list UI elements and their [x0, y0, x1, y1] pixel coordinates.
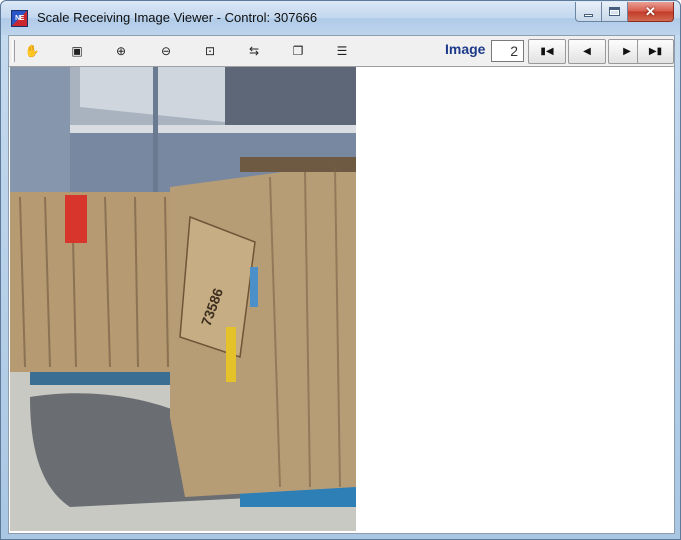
copy-icon: ❐ [292, 44, 304, 58]
title-bar[interactable]: NE Scale Receiving Image Viewer - Contro… [1, 1, 680, 35]
wall-ledge [70, 125, 356, 133]
app-icon-text: NE [15, 15, 24, 22]
crop-icon: ⊡ [204, 44, 216, 58]
wall-dark-section [225, 67, 356, 127]
image-number-input[interactable] [491, 40, 524, 62]
next-icon: ▶ [623, 46, 631, 57]
minimize-button[interactable] [575, 2, 602, 22]
cardboard-bales-photo: 73586 [10, 67, 356, 531]
copy-button[interactable]: ❐ [285, 40, 311, 62]
zoom-out-icon: ⊖ [160, 44, 172, 58]
client-area: ✋ ▣ ⊕ ⊖ ⊡ ⇆ ❐ ☰ Image 2 ▮◀ ◀ ▶ ▶▮ 73586 [8, 35, 675, 534]
maximize-icon [609, 7, 620, 16]
app-icon[interactable]: NE [11, 10, 28, 27]
minimize-icon [584, 13, 593, 17]
hand-icon: ✋ [24, 44, 40, 58]
app-window: NE Scale Receiving Image Viewer - Contro… [0, 0, 681, 540]
close-icon: ✕ [645, 3, 656, 19]
zoom-in-button[interactable]: ⊕ [108, 40, 134, 62]
first-icon: ▮◀ [540, 46, 554, 57]
bale-left [10, 192, 185, 372]
last-icon: ▶▮ [648, 46, 663, 57]
zoom-in-icon: ⊕ [115, 44, 127, 58]
toolbar-grip [12, 40, 15, 62]
close-button[interactable]: ✕ [628, 2, 674, 22]
crop-button[interactable]: ⊡ [197, 40, 223, 62]
fit-height-icon: ☰ [336, 44, 348, 58]
fit-height-button[interactable]: ☰ [329, 40, 355, 62]
image-label: Image [445, 41, 486, 57]
window-title: Scale Receiving Image Viewer - Control: … [37, 10, 318, 25]
last-image-button[interactable]: ▶▮ [637, 39, 674, 64]
first-image-button[interactable]: ▮◀ [528, 39, 566, 64]
photo-illustration: 73586 [10, 67, 356, 531]
fit-width-icon: ⇆ [248, 44, 260, 58]
picture-icon: ▣ [71, 44, 83, 58]
image-viewer[interactable]: 73586 [9, 67, 674, 533]
zoom-out-button[interactable]: ⊖ [153, 40, 179, 62]
previous-icon: ◀ [583, 46, 591, 57]
previous-image-button[interactable]: ◀ [568, 39, 606, 64]
fit-image-button[interactable]: ▣ [64, 40, 90, 62]
yellow-strip [226, 327, 236, 382]
fit-width-button[interactable]: ⇆ [241, 40, 267, 62]
blue-strip [250, 267, 258, 307]
maximize-button[interactable] [602, 2, 628, 22]
toolbar: ✋ ▣ ⊕ ⊖ ⊡ ⇆ ❐ ☰ Image 2 ▮◀ ◀ ▶ ▶▮ [9, 36, 674, 67]
bale-right-top [240, 157, 356, 172]
window-controls: ✕ [575, 2, 674, 22]
red-cardboard [65, 195, 87, 243]
pan-tool-button[interactable]: ✋ [19, 40, 45, 62]
